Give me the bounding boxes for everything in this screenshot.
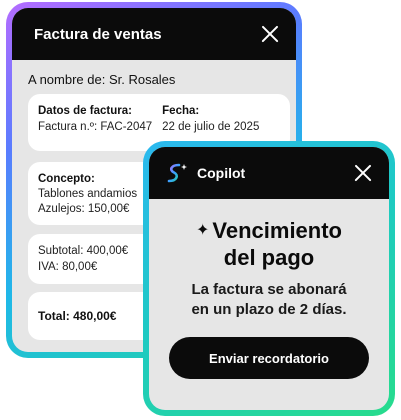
copilot-heading-line-2: del pago [223,245,315,270]
invoice-window-title: Factura de ventas [34,25,162,43]
sparkle-icon: ✦ [196,222,210,239]
close-icon[interactable] [258,22,282,46]
invoice-number: Factura n.º: FAC-2047 [38,121,153,133]
copilot-description: La factura se abonará en un plazo de 2 d… [149,280,389,320]
invoice-date-label: Fecha: [162,105,200,117]
copilot-heading-line-1: Vencimiento [212,218,342,243]
copilot-description-line-1: La factura se abonará [191,281,347,298]
copilot-titlebar: Copilot [149,147,389,199]
copilot-window-title: Copilot [197,165,246,181]
invoice-data-label: Datos de factura: [38,105,132,117]
invoice-recipient: A nombre de: Sr. Rosales [28,72,176,87]
invoice-total: Total: 480,00€ [38,309,117,323]
invoice-date-column: Fecha: 22 de julio de 2025 [162,105,259,140]
copilot-content: ✦ Vencimiento del pago La factura se abon… [149,199,389,379]
copilot-window-frame: Copilot ✦ Vencimiento del pago La factura… [143,141,395,416]
copilot-logo-icon [167,163,187,183]
invoice-date: 22 de julio de 2025 [162,121,260,133]
copilot-window: Copilot ✦ Vencimiento del pago La factura… [149,147,389,410]
copilot-heading: ✦ Vencimiento del pago [149,217,389,271]
invoice-data-column: Datos de factura: Factura n.º: FAC-2047 [38,105,152,140]
close-icon[interactable] [351,161,375,185]
invoice-titlebar: Factura de ventas [12,8,296,60]
copilot-description-line-2: en un plazo de 2 días. [191,301,347,318]
send-reminder-button[interactable]: Enviar recordatorio [169,337,369,379]
